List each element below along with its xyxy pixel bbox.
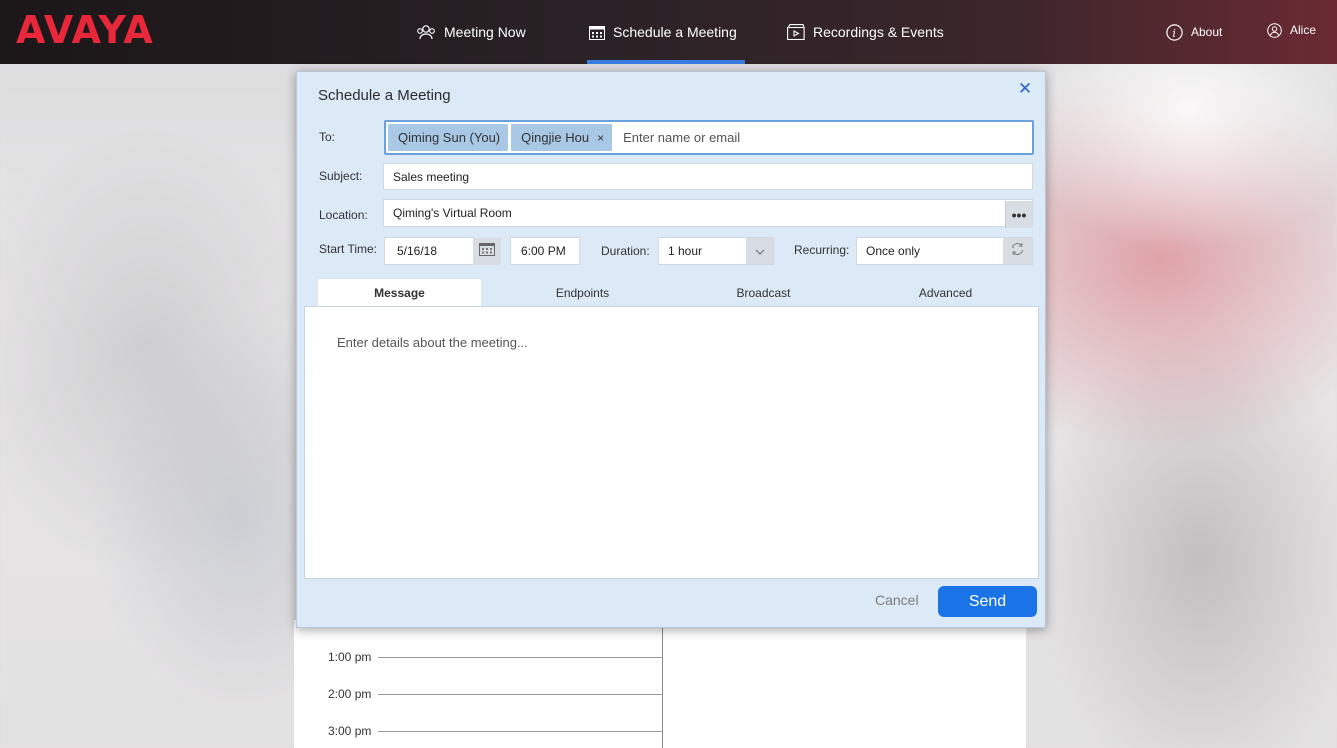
subject-value: Sales meeting xyxy=(393,169,470,184)
dialog-title: Schedule a Meeting xyxy=(318,87,451,104)
to-label: To: xyxy=(319,130,336,144)
calendar-day-view: 1:00 pm 2:00 pm 3:00 pm xyxy=(294,620,1026,748)
user-menu[interactable]: Alice xyxy=(1267,0,1316,62)
schedule-meeting-dialog: Schedule a Meeting ✕ To: Qiming Sun (You… xyxy=(296,71,1046,628)
recipient-chip[interactable]: Qingjie Hou × xyxy=(511,124,613,151)
top-nav-bar: AVAYA Meeting Now Schedule a Meeting Rec… xyxy=(0,0,1337,64)
recording-icon xyxy=(787,24,805,40)
tab-endpoints[interactable]: Endpoints xyxy=(501,279,664,307)
svg-text:i: i xyxy=(1172,26,1176,39)
nav-schedule-meeting[interactable]: Schedule a Meeting xyxy=(587,0,745,64)
tab-message[interactable]: Message xyxy=(318,279,481,307)
remove-recipient-icon[interactable]: × xyxy=(597,131,604,145)
tab-advanced[interactable]: Advanced xyxy=(864,279,1027,307)
location-more-button[interactable]: ••• xyxy=(1005,201,1032,228)
duration-dropdown-button[interactable] xyxy=(746,238,773,264)
calendar-icon xyxy=(589,25,605,40)
calendar-icon xyxy=(479,242,495,261)
duration-value: 1 hour xyxy=(668,244,703,258)
calendar-time-label: 3:00 pm xyxy=(328,724,372,738)
date-picker-button[interactable] xyxy=(473,238,501,265)
start-date-field[interactable]: 5/16/18 xyxy=(384,237,474,265)
start-time-field[interactable]: 6:00 PM xyxy=(510,237,580,265)
recurring-value: Once only xyxy=(866,244,921,258)
user-avatar-icon xyxy=(1267,22,1282,38)
more-icon: ••• xyxy=(1011,206,1027,223)
user-name: Alice xyxy=(1290,23,1317,37)
send-button[interactable]: Send xyxy=(938,586,1037,617)
start-time-value: 6:00 PM xyxy=(521,244,566,258)
people-icon xyxy=(416,24,436,40)
start-time-label: Start Time: xyxy=(319,242,378,256)
avaya-logo: AVAYA xyxy=(16,8,154,52)
subject-label: Subject: xyxy=(319,169,363,183)
start-date-value: 5/16/18 xyxy=(396,244,438,258)
location-value: Qiming's Virtual Room xyxy=(393,206,512,220)
calendar-divider xyxy=(662,620,663,748)
calendar-time-label: 1:00 pm xyxy=(328,650,372,664)
recipient-chip[interactable]: Qiming Sun (You) xyxy=(388,124,509,151)
recipient-input[interactable] xyxy=(623,130,924,145)
repeat-icon xyxy=(1010,242,1025,261)
nav-about[interactable]: i About xyxy=(1166,0,1222,64)
message-input[interactable] xyxy=(305,307,1038,578)
recurring-label: Recurring: xyxy=(794,243,850,257)
info-icon: i xyxy=(1166,23,1183,41)
location-field[interactable]: Qiming's Virtual Room xyxy=(383,199,1033,227)
calendar-time-row[interactable]: 3:00 pm xyxy=(294,721,662,741)
nav-about-label: About xyxy=(1191,25,1223,39)
calendar-time-row[interactable]: 1:00 pm xyxy=(294,647,662,667)
recipient-name: Qiming Sun (You) xyxy=(398,130,501,145)
recipients-field[interactable]: Qiming Sun (You) Qingjie Hou × xyxy=(384,120,1034,155)
chevron-down-icon xyxy=(755,242,765,260)
nav-schedule-meeting-label: Schedule a Meeting xyxy=(613,24,737,40)
close-icon[interactable]: ✕ xyxy=(1017,80,1033,97)
nav-recordings-events[interactable]: Recordings & Events xyxy=(787,0,944,64)
calendar-time-label: 2:00 pm xyxy=(328,687,372,701)
nav-recordings-events-label: Recordings & Events xyxy=(813,24,944,40)
location-label: Location: xyxy=(319,208,368,222)
cancel-button[interactable]: Cancel xyxy=(875,592,919,608)
duration-label: Duration: xyxy=(601,244,650,258)
calendar-time-row[interactable]: 2:00 pm xyxy=(294,684,662,704)
message-area xyxy=(304,306,1039,579)
recurrence-button[interactable] xyxy=(1003,238,1032,264)
nav-meeting-now-label: Meeting Now xyxy=(444,24,526,40)
tab-broadcast[interactable]: Broadcast xyxy=(682,279,845,307)
recipient-name: Qingjie Hou xyxy=(521,130,590,145)
subject-field[interactable]: Sales meeting xyxy=(383,163,1033,190)
nav-meeting-now[interactable]: Meeting Now xyxy=(416,0,526,64)
